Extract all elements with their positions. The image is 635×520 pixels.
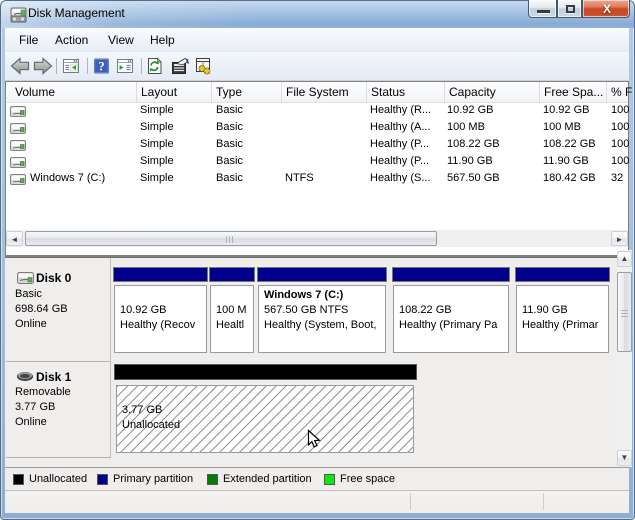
svg-text:?: ?: [98, 60, 104, 74]
